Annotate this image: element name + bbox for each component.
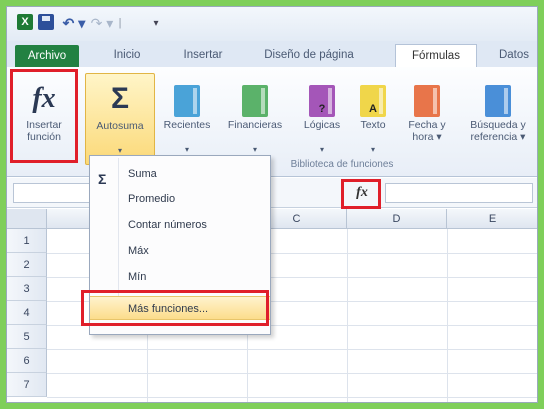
texto-button[interactable]: A Texto ▾	[353, 73, 393, 165]
texto-label: Texto	[360, 119, 386, 131]
worksheet-grid[interactable]: A B C D E 1 2 3 4 5 6 7	[7, 209, 537, 402]
recientes-label: Recientes	[163, 119, 211, 131]
formula-bar: ⁝ fx	[7, 178, 537, 208]
row-header-2[interactable]: 2	[7, 253, 47, 277]
row-header-6[interactable]: 6	[7, 349, 47, 373]
row-header-1[interactable]: 1	[7, 229, 47, 253]
question-glyph: ?	[318, 103, 326, 115]
menu-item-label: Promedio	[128, 193, 176, 205]
excel-window: X ↶ ▾ ↷ ▾ | ▾ Archivo Inicio Insertar Di…	[6, 6, 538, 403]
menu-item-label: Contar números	[128, 219, 207, 231]
book-blue2-icon	[485, 85, 511, 117]
autosum-button[interactable]: Σ Autosuma ▾	[85, 73, 155, 165]
menu-item-label: Mín	[128, 271, 147, 283]
gridline	[47, 373, 537, 374]
tab-datos[interactable]: Datos	[489, 44, 537, 67]
tab-formulas[interactable]: Fórmulas	[395, 44, 477, 67]
book-yellow-icon: A	[360, 85, 386, 117]
autosum-dropdown-menu: Σ Suma Promedio Contar números Máx Mín M…	[89, 155, 271, 335]
gridline	[347, 229, 348, 402]
excel-logo-icon: X	[17, 14, 33, 30]
redo-icon[interactable]: ↷ ▾	[89, 14, 115, 32]
menu-item-min[interactable]: Mín	[90, 265, 270, 289]
logicas-label: Lógicas	[303, 119, 341, 131]
ribbon-formulas: fx Insertar función Σ Autosuma ▾ Recient…	[7, 67, 537, 177]
autosum-label: Autosuma	[96, 120, 144, 132]
financieras-label: Financieras	[227, 119, 283, 131]
financieras-arrow-icon: ▾	[252, 145, 257, 154]
fx-icon: fx	[32, 83, 56, 114]
row-header-4[interactable]: 4	[7, 301, 47, 325]
texto-arrow-icon: ▾	[370, 145, 375, 154]
insert-function-label-line2: función	[27, 131, 61, 143]
row-header-5[interactable]: 5	[7, 325, 47, 349]
book-orange-icon	[414, 85, 440, 117]
sigma-icon: Σ	[110, 82, 129, 115]
row-header-3[interactable]: 3	[7, 277, 47, 301]
busqueda-label-line1: Búsqueda y	[470, 119, 526, 131]
financieras-button[interactable]: Financieras ▾	[219, 73, 291, 165]
column-header-e[interactable]: E	[447, 209, 537, 229]
column-header-d[interactable]: D	[347, 209, 447, 229]
menu-item-suma[interactable]: Σ Suma	[90, 162, 270, 187]
menu-item-max[interactable]: Máx	[90, 239, 270, 263]
customize-qat-icon[interactable]: ▾	[149, 14, 163, 32]
insert-function-button[interactable]: fx Insertar función	[15, 73, 73, 165]
menu-item-mas-funciones[interactable]: Más funciones...	[90, 296, 270, 320]
quick-access-toolbar: X ↶ ▾ ↷ ▾ | ▾	[7, 7, 537, 41]
fecha-hora-button[interactable]: Fecha y hora ▾	[399, 73, 455, 165]
menu-item-promedio[interactable]: Promedio	[90, 187, 270, 211]
logicas-arrow-icon: ▾	[319, 145, 324, 154]
gridline	[447, 229, 448, 402]
menu-item-label: Más funciones...	[128, 303, 209, 315]
tab-insertar[interactable]: Insertar	[165, 44, 241, 67]
qat-separator: |	[118, 17, 122, 29]
save-icon[interactable]	[38, 14, 54, 30]
fecha-label-line2: hora ▾	[412, 131, 442, 143]
insert-function-fx-icon[interactable]: fx	[347, 182, 377, 204]
recientes-arrow-icon: ▾	[184, 145, 189, 154]
insert-function-label-line1: Insertar	[26, 119, 62, 131]
tab-archivo[interactable]: Archivo	[15, 45, 79, 67]
recientes-button[interactable]: Recientes ▾	[159, 73, 215, 165]
busqueda-referencia-button[interactable]: Búsqueda y referencia ▾	[461, 73, 535, 165]
logicas-button[interactable]: ? Lógicas ▾	[297, 73, 347, 165]
autosum-dropdown-arrow-icon[interactable]: ▾	[86, 146, 154, 155]
book-green-icon	[242, 85, 268, 117]
menu-item-contar-numeros[interactable]: Contar números	[90, 213, 270, 237]
row-header-7[interactable]: 7	[7, 373, 47, 397]
busqueda-label-line2: referencia ▾	[470, 131, 526, 143]
tab-diseno-pagina[interactable]: Diseño de página	[247, 44, 371, 67]
ribbon-tabs: Archivo Inicio Insertar Diseño de página…	[7, 41, 537, 67]
undo-icon[interactable]: ↶ ▾	[61, 14, 87, 32]
menu-item-label: Suma	[128, 168, 157, 180]
fecha-label-line1: Fecha y	[408, 119, 446, 131]
gridline	[47, 397, 537, 398]
book-purple-icon: ?	[309, 85, 335, 117]
letter-a-glyph: A	[369, 103, 377, 115]
book-blue-icon	[174, 85, 200, 117]
select-all-corner[interactable]	[7, 209, 47, 229]
menu-item-label: Máx	[128, 245, 149, 257]
formula-input[interactable]	[385, 183, 533, 203]
tab-inicio[interactable]: Inicio	[99, 44, 155, 67]
gridline	[47, 349, 537, 350]
